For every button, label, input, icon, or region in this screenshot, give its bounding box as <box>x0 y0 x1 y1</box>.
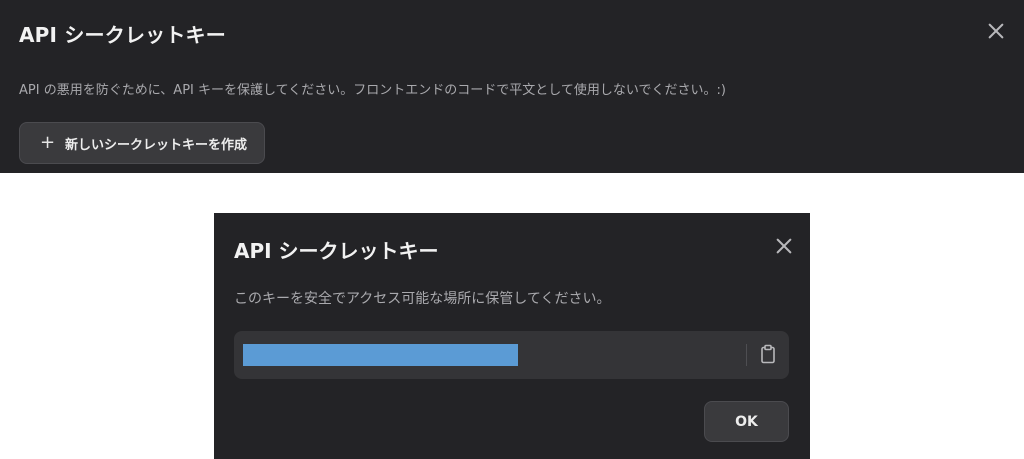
clipboard-icon[interactable] <box>759 344 777 364</box>
modal-description: このキーを安全でアクセス可能な場所に保管してください。 <box>234 291 611 307</box>
api-secret-key-panel: API シークレットキー API の悪用を防ぐために、API キーを保護してくだ… <box>0 0 1024 173</box>
secret-key-field[interactable] <box>234 331 789 379</box>
field-divider <box>746 344 747 366</box>
modal-title: API シークレットキー <box>234 239 439 263</box>
close-icon[interactable] <box>775 237 793 255</box>
secret-key-modal: API シークレットキー このキーを安全でアクセス可能な場所に保管してください。… <box>214 213 810 459</box>
close-icon[interactable] <box>987 22 1005 40</box>
ok-label: OK <box>735 413 758 430</box>
create-secret-key-button[interactable]: + 新しいシークレットキーを作成 <box>19 122 265 164</box>
redacted-secret-key <box>243 344 518 366</box>
panel-description: API の悪用を防ぐために、API キーを保護してください。フロントエンドのコー… <box>19 83 726 98</box>
panel-title: API シークレットキー <box>19 23 226 47</box>
plus-icon: + <box>40 132 56 153</box>
ok-button[interactable]: OK <box>704 401 789 442</box>
create-secret-key-label: 新しいシークレットキーを作成 <box>65 137 248 153</box>
